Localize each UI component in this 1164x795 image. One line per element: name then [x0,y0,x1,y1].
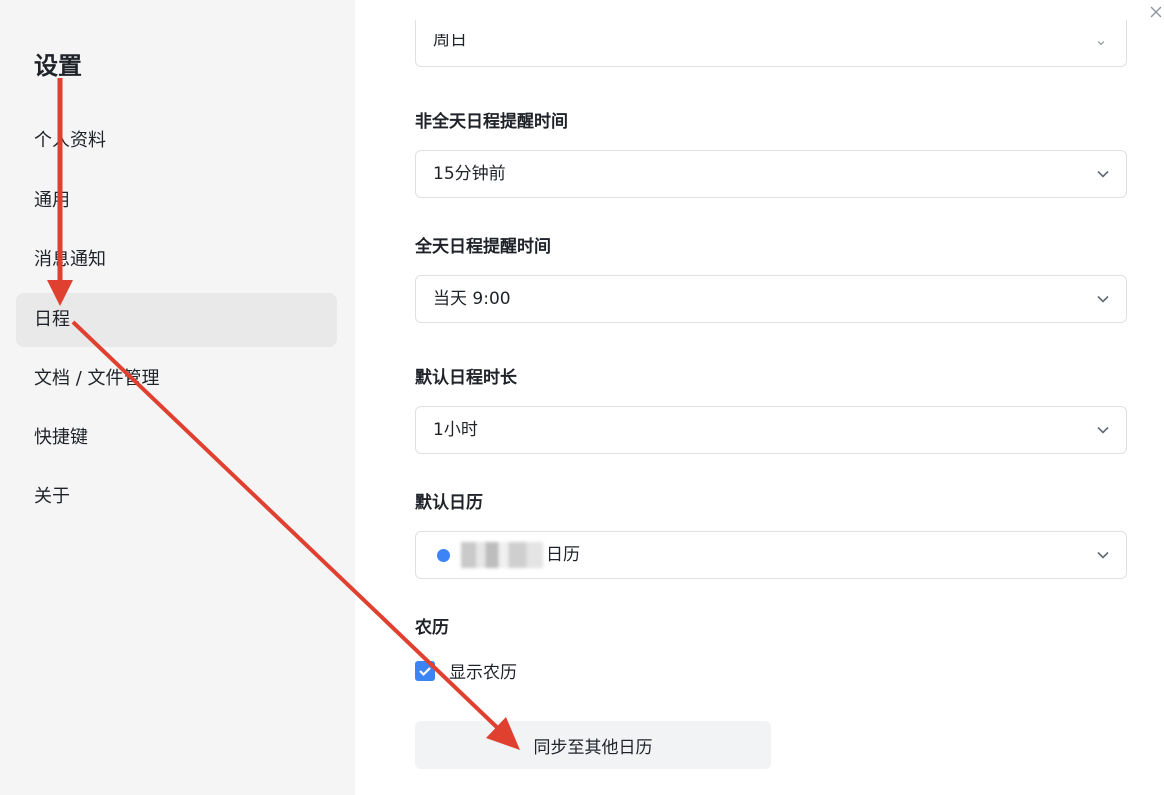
sidebar-item-docs-files[interactable]: 文档 / 文件管理 [16,352,337,406]
non-allday-reminder-select[interactable]: 15分钟前 [415,150,1127,198]
allday-reminder-label: 全天日程提醒时间 [415,237,551,257]
redacted-calendar-name [461,542,543,568]
settings-title: 设置 [34,52,82,80]
lunar-label: 农历 [415,618,449,638]
non-allday-reminder-label: 非全天日程提醒时间 [415,112,568,132]
sidebar-item-profile[interactable]: 个人资料 [16,114,337,168]
default-duration-select[interactable]: 1小时 [415,406,1127,454]
chevron-down-icon [1097,170,1109,178]
week-start-select[interactable]: 周日 [415,20,1127,67]
default-duration-value: 1小时 [433,420,478,440]
default-duration-label: 默认日程时长 [415,368,517,388]
chevron-down-icon [1097,295,1109,303]
chevron-down-icon [1097,426,1109,434]
sidebar-item-notifications[interactable]: 消息通知 [16,233,337,287]
sidebar-item-shortcuts[interactable]: 快捷键 [16,411,337,465]
chevron-down-icon [1097,551,1109,559]
default-calendar-label: 默认日历 [415,493,483,513]
week-start-value: 周日 [433,30,467,50]
calendar-color-dot [437,549,450,562]
sidebar-item-general[interactable]: 通用 [16,174,337,228]
show-lunar-checkbox[interactable] [415,661,435,681]
settings-sidebar: 设置 个人资料 通用 消息通知 日程 文档 / 文件管理 快捷键 关于 [0,0,355,795]
allday-reminder-select[interactable]: 当天 9:00 [415,275,1127,323]
default-calendar-select[interactable]: 日历 [415,531,1127,579]
allday-reminder-value: 当天 9:00 [433,289,511,309]
sync-to-other-calendars-button[interactable]: 同步至其他日历 [415,721,771,769]
check-icon [419,667,431,677]
default-calendar-value: 日历 [546,545,580,565]
chevron-down-icon [1097,41,1105,46]
non-allday-reminder-value: 15分钟前 [433,164,506,184]
sidebar-item-about[interactable]: 关于 [16,470,337,524]
show-lunar-label[interactable]: 显示农历 [449,658,517,683]
sidebar-item-calendar[interactable]: 日程 [16,293,337,347]
